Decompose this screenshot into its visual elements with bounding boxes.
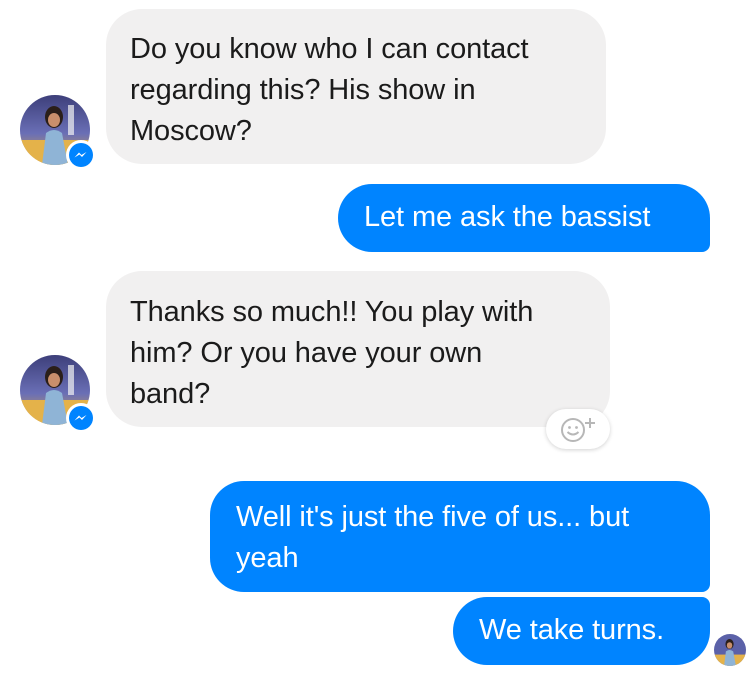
incoming-message[interactable]: Do you know who I can contact regarding …: [106, 9, 606, 164]
messenger-icon: [66, 140, 96, 170]
outgoing-message[interactable]: We take turns.: [453, 597, 710, 665]
outgoing-message[interactable]: Well it's just the five of us... but yea…: [210, 481, 710, 592]
seen-receipt-avatar: [714, 634, 746, 666]
outgoing-message[interactable]: Let me ask the bassist: [338, 184, 710, 252]
add-reaction-button[interactable]: [546, 409, 610, 449]
add-reaction-icon: [561, 418, 595, 442]
incoming-message[interactable]: Thanks so much!! You play with him? Or y…: [106, 271, 610, 427]
messenger-icon: [66, 403, 96, 433]
